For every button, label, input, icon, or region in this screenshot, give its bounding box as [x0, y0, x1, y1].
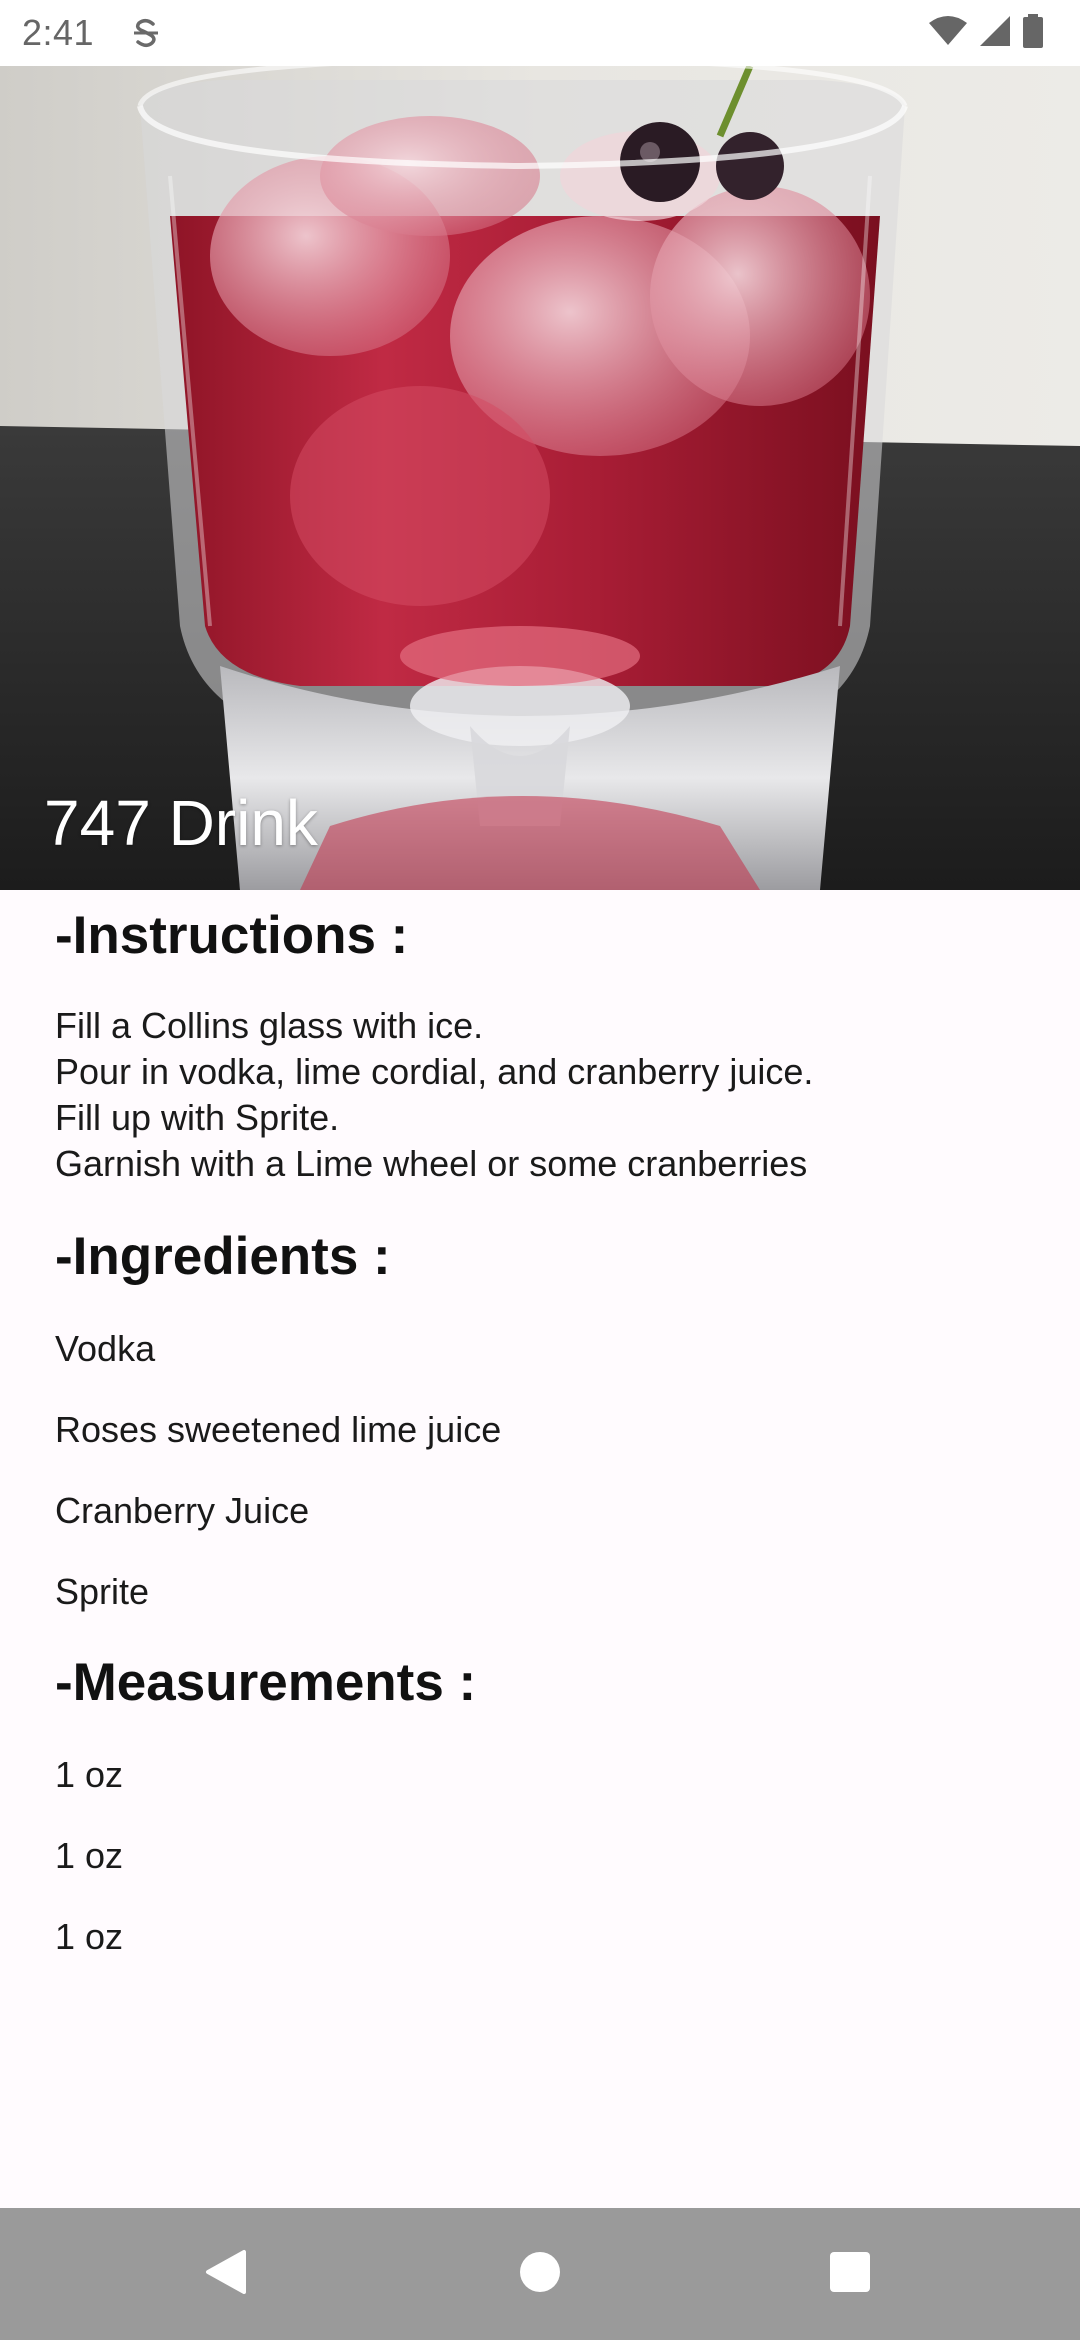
home-icon — [518, 2250, 562, 2299]
ingredient-item: Cranberry Juice — [55, 1489, 310, 1531]
sync-notification-icon — [130, 15, 162, 51]
instructions-line: Fill a Collins glass with ice. — [55, 1004, 484, 1046]
measurement-item: 1 oz — [55, 1753, 124, 1795]
recents-button[interactable] — [810, 2234, 890, 2314]
back-button[interactable] — [186, 2234, 266, 2314]
status-time: 2:41 — [22, 12, 95, 53]
ingredients-heading: -Ingredients : — [55, 1226, 391, 1286]
instructions-line: Pour in vodka, lime cordial, and cranber… — [55, 1050, 814, 1092]
measurement-item: 1 oz — [55, 1834, 124, 1876]
ingredient-item: Vodka — [55, 1327, 156, 1369]
back-icon — [204, 2248, 248, 2301]
instructions-heading: -Instructions : — [55, 906, 409, 965]
home-button[interactable] — [500, 2234, 580, 2314]
cell-signal-icon — [978, 15, 1012, 52]
measurements-heading: -Measurements : — [55, 1652, 477, 1712]
ingredient-item: Sprite — [55, 1570, 150, 1612]
drink-title: 747 Drink — [44, 787, 318, 859]
status-bar: 2:41 — [0, 0, 1080, 66]
ingredient-item: Roses sweetened lime juice — [55, 1408, 502, 1450]
measurement-item: 1 oz — [55, 1915, 124, 1957]
battery-icon — [1022, 13, 1044, 53]
drink-image: 747 Drink — [0, 66, 1080, 890]
drink-details: -Instructions : Fill a Collins glass wit… — [0, 890, 1080, 1958]
wifi-icon — [928, 15, 968, 52]
recents-icon — [828, 2250, 872, 2299]
navigation-bar — [0, 2208, 1080, 2340]
instructions-line: Fill up with Sprite. — [55, 1096, 340, 1138]
instructions-line: Garnish with a Lime wheel or some cranbe… — [55, 1142, 808, 1184]
